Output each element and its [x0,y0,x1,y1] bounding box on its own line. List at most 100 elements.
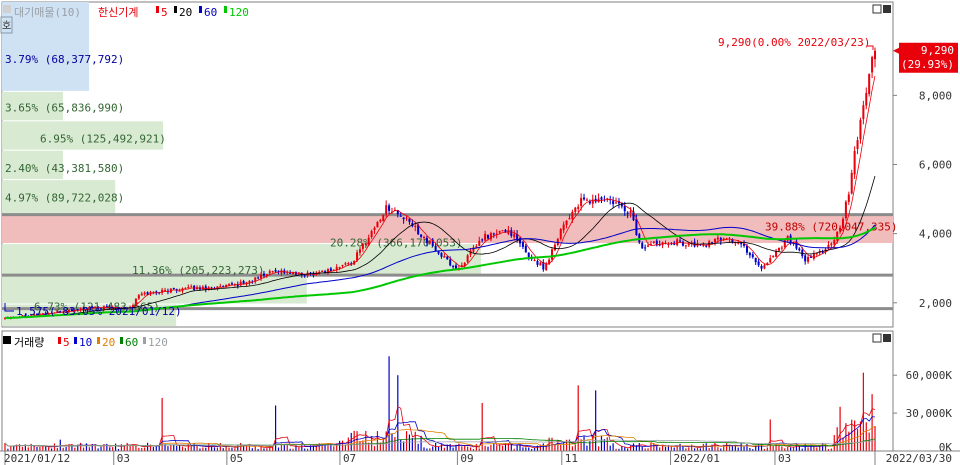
volume-bar [277,447,280,451]
volume-bar [237,444,239,451]
volume-bar [109,447,111,451]
volume-bar [510,444,512,451]
candle-body [274,270,277,272]
volume-bar [213,447,216,451]
candle-body [484,234,487,241]
x-tick-label: 2022/01 [674,452,720,465]
candle-body [600,197,603,200]
candle-body [140,293,143,296]
volume-bar [33,445,35,451]
candle-body [850,172,853,194]
volume-bar [612,443,614,451]
candle-body [239,281,242,286]
x-tick-label: 07 [343,452,356,465]
legend-swatch [97,337,100,344]
candle-body [571,211,574,220]
volume-bar [13,445,15,451]
volume-bar [583,436,585,451]
legend-swatch [174,6,177,13]
candle-body [466,255,469,262]
candle-body [713,238,716,243]
volume-bar [624,447,626,451]
volume-bar [496,445,498,451]
volume-panel-frame [1,330,894,452]
candle-body [760,266,763,269]
candle-body [422,236,426,238]
volume-bar [216,447,219,451]
legend-swatch [58,337,61,344]
candle-body [402,217,405,220]
settings-icon: 호 [2,20,11,32]
candle-body [271,270,274,272]
close-icon[interactable] [883,5,891,13]
min-price-note: 1,575(-83.05% 2021/01/12) [16,305,182,318]
candle-body [289,272,292,274]
candle-body [481,239,484,241]
candle-body [219,285,222,287]
price-tick-label: 6,000 [919,159,952,172]
candle-body [844,201,847,219]
candle-body [376,221,379,228]
supply-band-label: 11.36% (205,223,273) [132,264,264,277]
volume-bar [333,446,335,451]
candle-body [533,260,536,262]
x-tick-label: 09 [460,452,473,465]
candle-body [414,225,417,228]
candle-body [812,253,815,259]
volume-bar [501,445,504,451]
volume-bar [688,447,690,451]
volume-bar [423,447,425,451]
candle-body [635,218,638,235]
legend-item: 20 [102,336,115,349]
volume-bar [475,444,477,451]
candle-body [772,256,775,258]
stock-chart: 6.73% (121,483,665)11.36% (205,223,273)2… [0,0,960,465]
candle-body [143,292,146,295]
volume-bar [586,445,588,451]
legend-item: 대기매물(10) [14,6,81,19]
candle-body [830,243,833,246]
volume-bar [196,445,198,451]
volume-bar [545,446,547,451]
legend-swatch [156,6,159,13]
volume-bar [376,431,379,451]
candle-body [498,231,501,233]
maximize-icon[interactable] [872,333,882,343]
candle-body [871,57,874,73]
volume-bar [240,442,242,451]
candle-body [684,245,687,247]
volume-bar [871,394,873,451]
candle-body [647,245,650,247]
x-tick-label: 11 [565,452,578,465]
legend-swatch [120,337,123,344]
maximize-icon[interactable] [872,4,882,14]
candle-body [338,266,341,268]
volume-bar [362,440,364,451]
candle-body [833,240,836,245]
volume-bar [516,444,518,451]
volume-bar [432,446,434,451]
volume-bar [664,446,667,451]
volume-bar [405,431,408,451]
candle-body [551,249,554,260]
candle-body [562,224,565,231]
volume-bar [609,445,611,451]
candle-body [577,206,580,209]
candle-body [344,263,347,265]
volume-bar [822,442,824,451]
close-icon[interactable] [883,334,891,342]
volume-bar [717,447,719,451]
volume-bar [181,446,184,451]
candle-body [347,263,350,265]
volume-bar [554,444,556,451]
volume-bar [114,443,117,451]
volume-bar [731,445,734,451]
volume-bar [787,446,789,451]
volume-bar [339,440,341,451]
volume-bar [656,446,658,451]
volume-bar [341,440,344,451]
candle-body [652,241,655,243]
volume-bar [661,445,664,451]
candle-body [565,220,568,225]
candle-body [385,205,388,215]
